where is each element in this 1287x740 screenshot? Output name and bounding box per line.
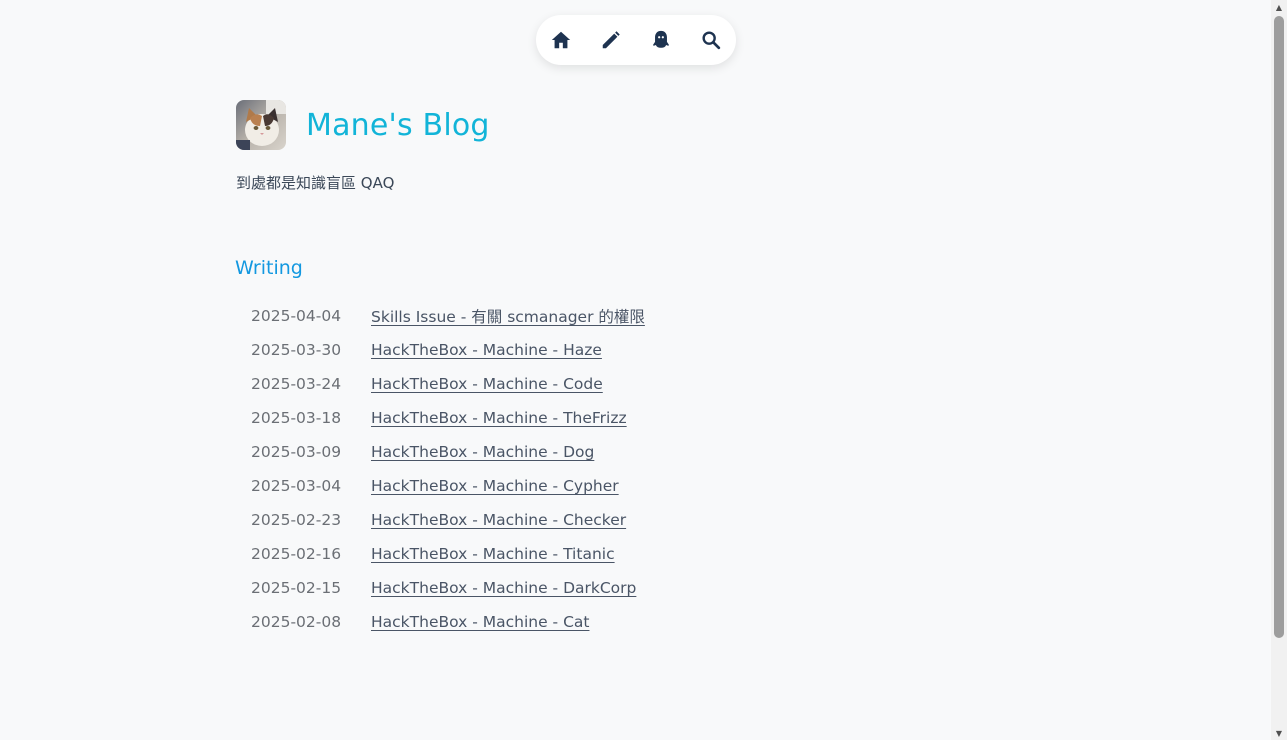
post-date: 2025-03-30 xyxy=(251,341,342,359)
post-link[interactable]: HackTheBox - Machine - Haze xyxy=(371,341,602,359)
pencil-icon xyxy=(602,31,620,49)
post-date: 2025-02-23 xyxy=(251,511,342,529)
site-tagline: 到處都是知識盲區 QAQ xyxy=(236,174,395,192)
post-date: 2025-03-04 xyxy=(251,477,342,495)
vertical-scrollbar[interactable]: ▲ ▼ xyxy=(1271,0,1287,740)
ghost-icon xyxy=(653,30,669,48)
post-date: 2025-02-08 xyxy=(251,613,342,631)
list-item: 2025-04-04 Skills Issue - 有關 scmanager 的… xyxy=(251,299,645,333)
post-date: 2025-02-16 xyxy=(251,545,342,563)
list-item: 2025-03-09 HackTheBox - Machine - Dog xyxy=(251,435,645,469)
scrollbar-thumb[interactable] xyxy=(1274,16,1284,638)
post-date: 2025-02-15 xyxy=(251,579,342,597)
site-title[interactable]: Mane's Blog xyxy=(306,108,490,143)
write-button[interactable] xyxy=(591,20,631,60)
post-date: 2025-03-18 xyxy=(251,409,342,427)
cat-avatar[interactable] xyxy=(236,100,286,150)
site-header: Mane's Blog xyxy=(236,100,490,150)
post-link[interactable]: HackTheBox - Machine - TheFrizz xyxy=(371,409,627,427)
list-item: 2025-03-18 HackTheBox - Machine - TheFri… xyxy=(251,401,645,435)
page: Mane's Blog 到處都是知識盲區 QAQ Writing 2025-04… xyxy=(0,0,1271,740)
list-item: 2025-02-23 HackTheBox - Machine - Checke… xyxy=(251,503,645,537)
post-link[interactable]: HackTheBox - Machine - Cypher xyxy=(371,477,619,495)
list-item: 2025-03-30 HackTheBox - Machine - Haze xyxy=(251,333,645,367)
list-item: 2025-02-15 HackTheBox - Machine - DarkCo… xyxy=(251,571,645,605)
post-list: 2025-04-04 Skills Issue - 有關 scmanager 的… xyxy=(251,299,645,639)
post-date: 2025-03-24 xyxy=(251,375,342,393)
search-icon xyxy=(702,31,721,50)
top-nav xyxy=(536,15,736,65)
post-date: 2025-03-09 xyxy=(251,443,342,461)
list-item: 2025-03-24 HackTheBox - Machine - Code xyxy=(251,367,645,401)
post-link[interactable]: HackTheBox - Machine - Dog xyxy=(371,443,594,461)
post-link[interactable]: HackTheBox - Machine - Cat xyxy=(371,613,589,631)
list-item: 2025-03-04 HackTheBox - Machine - Cypher xyxy=(251,469,645,503)
search-button[interactable] xyxy=(691,20,731,60)
scroll-up-arrow-icon[interactable]: ▲ xyxy=(1271,0,1287,14)
post-link[interactable]: HackTheBox - Machine - Code xyxy=(371,375,603,393)
ghost-button[interactable] xyxy=(641,20,681,60)
post-link[interactable]: HackTheBox - Machine - Checker xyxy=(371,511,626,529)
list-item: 2025-02-16 HackTheBox - Machine - Titani… xyxy=(251,537,645,571)
home-button[interactable] xyxy=(541,20,581,60)
post-link[interactable]: HackTheBox - Machine - Titanic xyxy=(371,545,615,563)
post-date: 2025-04-04 xyxy=(251,307,342,325)
scroll-down-arrow-icon[interactable]: ▼ xyxy=(1271,726,1287,740)
home-icon xyxy=(551,31,571,49)
post-link[interactable]: Skills Issue - 有關 scmanager 的權限 xyxy=(371,305,645,327)
post-link[interactable]: HackTheBox - Machine - DarkCorp xyxy=(371,579,636,597)
section-heading-writing: Writing xyxy=(235,257,303,279)
list-item: 2025-02-08 HackTheBox - Machine - Cat xyxy=(251,605,645,639)
